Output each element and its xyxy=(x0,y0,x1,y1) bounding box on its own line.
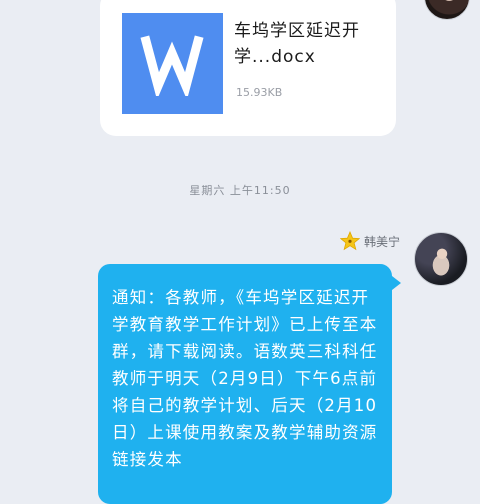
message-text: 通知：各教师，《车坞学区延迟开学教育教学工作计划》已上传至本群，请下载阅读。语数… xyxy=(112,288,378,469)
file-message-card[interactable]: 车坞学区延迟开学...docx 15.93KB xyxy=(100,0,396,136)
avatar[interactable] xyxy=(414,232,468,286)
sender-name: 韩美宁 xyxy=(363,234,400,249)
star-badge-icon xyxy=(339,231,360,251)
file-size: 15.93KB xyxy=(236,86,283,99)
file-name: 车坞学区延迟开学...docx xyxy=(234,21,360,67)
bubble-tail xyxy=(392,276,401,290)
message-timestamp: 星期六 上午11:50 xyxy=(189,184,291,197)
avatar[interactable] xyxy=(424,0,470,20)
sender-row: 韩美宁 xyxy=(339,230,400,252)
message-bubble[interactable]: 通知：各教师，《车坞学区延迟开学教育教学工作计划》已上传至本群，请下载阅读。语数… xyxy=(98,264,392,504)
chat-window: 车坞学区延迟开学...docx 15.93KB 星期六 上午11:50 韩美宁 … xyxy=(0,0,480,504)
word-doc-icon xyxy=(122,13,223,114)
